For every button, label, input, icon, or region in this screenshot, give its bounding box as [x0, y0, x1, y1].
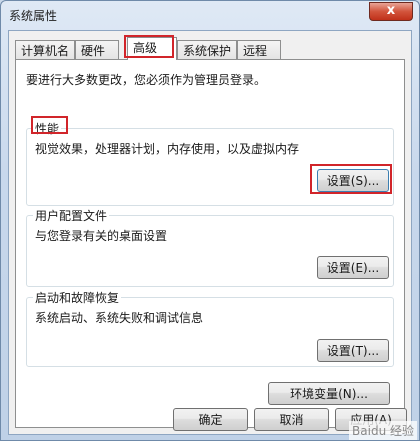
- performance-description: 视觉效果，处理器计划，内存使用，以及虚拟内存: [35, 142, 300, 156]
- system-properties-window: 系统属性 x 计算机名 硬件 高级 系统保护 远程 要进行大多数更改，您必须作为…: [0, 0, 420, 441]
- user-profiles-group: 用户配置文件 与您登录有关的桌面设置 设置(E)...: [26, 207, 394, 287]
- tab-remote[interactable]: 远程: [237, 40, 281, 59]
- title-bar[interactable]: 系统属性 x: [1, 1, 419, 29]
- startup-recovery-group: 启动和故障恢复 系统启动、系统失败和调试信息 设置(T)...: [26, 289, 394, 367]
- user-profiles-settings-button[interactable]: 设置(E)...: [317, 256, 389, 279]
- user-profiles-title: 用户配置文件: [33, 207, 110, 224]
- tab-system-protection[interactable]: 系统保护: [177, 40, 237, 59]
- performance-group: 性能 视觉效果，处理器计划，内存使用，以及虚拟内存 设置(S)...: [26, 120, 394, 206]
- performance-settings-button[interactable]: 设置(S)...: [317, 169, 389, 192]
- startup-recovery-settings-button[interactable]: 设置(T)...: [317, 339, 389, 362]
- startup-recovery-description: 系统启动、系统失败和调试信息: [35, 311, 204, 325]
- tab-computer-name[interactable]: 计算机名: [15, 40, 75, 59]
- performance-title: 性能: [33, 120, 62, 137]
- cancel-button[interactable]: 取消: [254, 408, 329, 431]
- environment-variables-button[interactable]: 环境变量(N)...: [268, 382, 390, 405]
- tab-advanced[interactable]: 高级: [127, 37, 177, 60]
- admin-notice: 要进行大多数更改，您必须作为管理员登录。: [26, 73, 267, 87]
- dialog-client-area: 计算机名 硬件 高级 系统保护 远程 要进行大多数更改，您必须作为管理员登录。 …: [8, 30, 412, 435]
- startup-recovery-title: 启动和故障恢复: [33, 289, 122, 306]
- baidu-watermark: Baidu 经验: [349, 421, 417, 440]
- user-profiles-description: 与您登录有关的桌面设置: [35, 229, 168, 243]
- tab-hardware[interactable]: 硬件: [75, 40, 119, 59]
- ok-button[interactable]: 确定: [173, 408, 248, 431]
- window-title: 系统属性: [9, 9, 58, 23]
- close-button[interactable]: x: [369, 2, 413, 21]
- advanced-tab-panel: 要进行大多数更改，您必须作为管理员登录。 性能 视觉效果，处理器计划，内存使用，…: [15, 59, 405, 428]
